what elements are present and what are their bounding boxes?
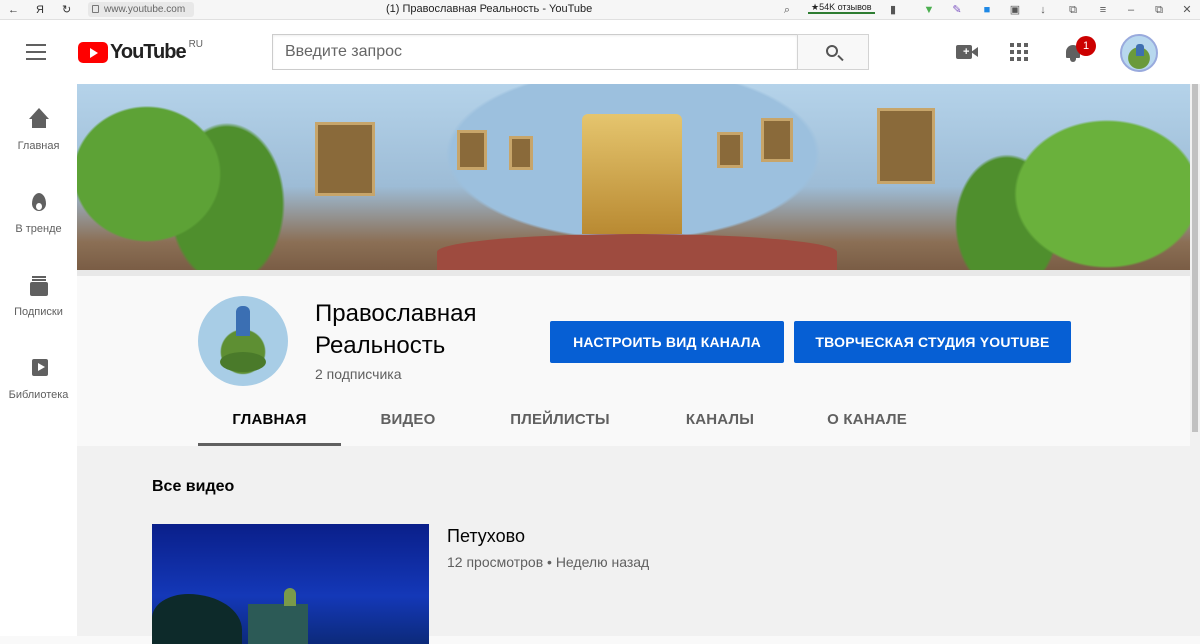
back-icon[interactable]: ← [8,3,19,17]
youtube-logo[interactable]: YouTube RU [78,39,204,63]
browser-toolbar: ← Я ↻ www.youtube.com (1) Православная Р… [0,0,1200,20]
video-thumbnail[interactable] [152,524,429,644]
chat-icon[interactable]: ▣ [1008,3,1022,17]
channel-name: Православная Реальность [315,300,477,359]
customize-channel-button[interactable]: НАСТРОИТЬ ВИД КАНАЛА [550,321,784,363]
pen-icon[interactable]: ✎ [950,3,964,17]
tab-channels[interactable]: КАНАЛЫ [660,404,780,446]
logo-region: RU [188,39,204,50]
home-icon [27,108,51,132]
guide-item-subscriptions[interactable]: Подписки [0,274,77,318]
subscriptions-icon [27,274,51,298]
tab-videos[interactable]: ВИДЕО [358,404,458,446]
extension-icon[interactable]: ■ [980,3,994,17]
hamburger-menu-icon[interactable] [26,44,46,60]
url-text: www.youtube.com [104,4,186,15]
guide-item-label: Библиотека [8,389,69,401]
banner-iconostasis [582,114,682,234]
reload-icon[interactable]: ↻ [62,3,71,17]
video-title[interactable]: Петухово [447,526,525,547]
thumbnail-church [248,604,308,644]
banner-icon-painting [509,136,533,170]
notification-count-badge: 1 [1076,36,1096,56]
channel-header: Православная Реальность 2 подписчика НАС… [77,276,1190,446]
library-icon [27,357,51,381]
menu-icon[interactable]: ≡ [1096,3,1110,17]
apps-grid-icon[interactable] [1010,43,1028,61]
restore-icon[interactable]: ⧉ [1152,3,1166,17]
banner-icon-painting [877,108,935,184]
flame-icon [27,191,51,215]
guide-item-label: Главная [17,140,60,152]
guide-item-trending[interactable]: В тренде [0,191,77,235]
youtube-play-icon [78,41,108,63]
thumbnail-tree [152,594,242,644]
search-input[interactable]: Введите запрос [272,34,798,70]
mini-guide: Главная В тренде Подписки Библиотека [0,84,77,636]
tab-title: (1) Православная Реальность - YouTube [386,3,593,15]
banner-icon-painting [761,118,793,162]
video-meta: 12 просмотров • Неделю назад [447,554,650,570]
logo-wordmark: YouTube [110,40,187,63]
bookmark-icon[interactable]: ▮ [886,3,900,17]
tab-about[interactable]: О КАНАЛЕ [804,404,930,446]
scrollbar-thumb[interactable] [1192,84,1198,432]
banner-icon-painting [315,122,375,196]
search-icon [826,45,838,57]
minimize-icon[interactable]: – [1124,3,1138,17]
thumbnail-dome [284,588,296,606]
guide-item-label: В тренде [15,223,62,235]
windows-icon[interactable]: ⧉ [1066,3,1080,17]
channel-banner [77,84,1190,270]
guide-item-label: Подписки [14,306,63,318]
youtube-studio-button[interactable]: ТВОРЧЕСКАЯ СТУДИЯ YOUTUBE [794,321,1071,363]
channel-content: Все видео Петухово 12 просмотров • Недел… [77,446,1190,644]
channel-avatar[interactable] [198,296,288,386]
downloads-icon[interactable]: ↓ [1036,3,1050,17]
banner-carpet [437,234,837,270]
tab-home[interactable]: ГЛАВНАЯ [198,404,341,446]
reviews-badge[interactable]: ★54K отзывов [808,1,875,14]
create-video-icon[interactable]: + [956,45,978,59]
download-manager-icon[interactable]: ▼ [922,3,936,17]
guide-item-home[interactable]: Главная [0,108,77,152]
masthead: YouTube RU Введите запрос + 1 [0,20,1200,84]
account-avatar[interactable] [1120,34,1158,72]
subscriber-count: 2 подписчика [315,366,402,382]
close-icon[interactable]: ✕ [1180,3,1194,17]
address-bar[interactable]: www.youtube.com [88,2,194,17]
banner-icon-painting [457,130,487,170]
lock-icon [92,5,99,13]
guide-item-library[interactable]: Библиотека [0,357,77,401]
tab-playlists[interactable]: ПЛЕЙЛИСТЫ [488,404,632,446]
search-icon[interactable]: ⌕ [780,3,794,17]
page-scrollbar[interactable] [1190,84,1200,636]
yandex-icon[interactable]: Я [36,3,44,17]
banner-icon-painting [717,132,743,168]
section-title[interactable]: Все видео [152,478,234,496]
search-button[interactable] [797,34,869,70]
